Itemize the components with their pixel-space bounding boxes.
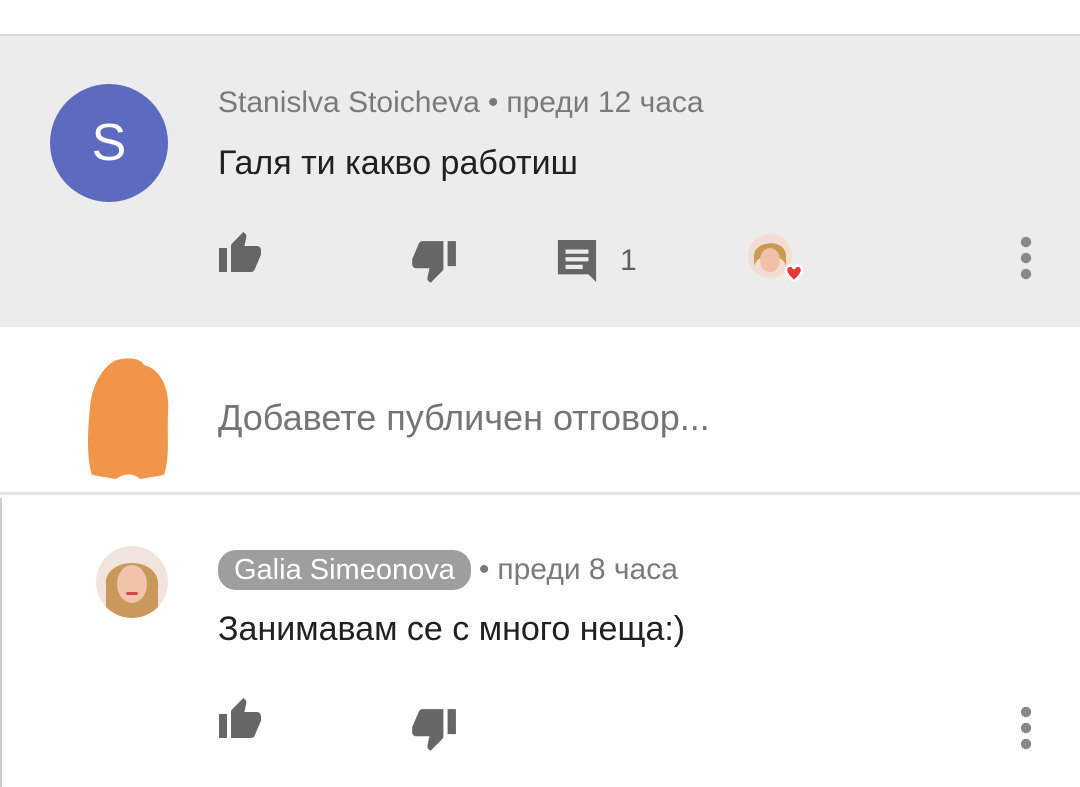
thumb-down-icon xyxy=(412,709,456,751)
more-vert-icon xyxy=(1020,236,1032,280)
like-button[interactable] xyxy=(216,230,266,274)
reply-text: Занимавам се с много неща:) xyxy=(218,610,686,648)
public-reply-input[interactable]: Добавете публичен отговор... xyxy=(218,397,710,439)
reply-input-row: Добавете публичен отговор... xyxy=(0,327,1080,495)
reply-like-button[interactable] xyxy=(216,696,266,740)
reply-dislike-button[interactable] xyxy=(408,706,458,754)
creator-avatar-heart-icon xyxy=(748,234,804,283)
reply-count-button[interactable]: 1 xyxy=(556,238,637,284)
creator-heart xyxy=(746,232,810,292)
comment-icon xyxy=(557,240,597,282)
user-avatar xyxy=(88,358,169,479)
thumb-up-icon xyxy=(219,698,261,738)
more-vert-icon xyxy=(1020,706,1032,750)
left-edge-line xyxy=(0,498,2,787)
avatar[interactable]: S xyxy=(50,84,168,202)
top-strip xyxy=(0,0,1080,34)
owner-badge[interactable]: Galia Simeonova xyxy=(218,550,471,590)
dislike-button[interactable] xyxy=(408,238,458,286)
reply-avatar[interactable] xyxy=(96,546,168,618)
meta-separator: • xyxy=(487,86,499,119)
comment-thread: S Stanislva Stoicheva • преди 12 часа Галя… xyxy=(0,34,1080,327)
comment-menu-button[interactable] xyxy=(1016,236,1036,280)
comment-meta: Stanislva Stoicheva • преди 12 часа xyxy=(218,86,704,120)
comment-time: преди 12 часа xyxy=(506,86,704,119)
comment-author[interactable]: Stanislva Stoicheva xyxy=(218,86,480,119)
reply-count: 1 xyxy=(620,244,637,277)
meta-separator: • xyxy=(478,553,490,586)
reply-time: преди 8 часа xyxy=(497,553,678,586)
reply-menu-button[interactable] xyxy=(1016,706,1036,750)
thumb-up-icon xyxy=(219,232,261,272)
thumb-down-icon xyxy=(412,241,456,283)
comment-text: Галя ти какво работиш xyxy=(218,144,578,182)
reply-meta: Galia Simeonova • преди 8 часа xyxy=(218,548,678,592)
